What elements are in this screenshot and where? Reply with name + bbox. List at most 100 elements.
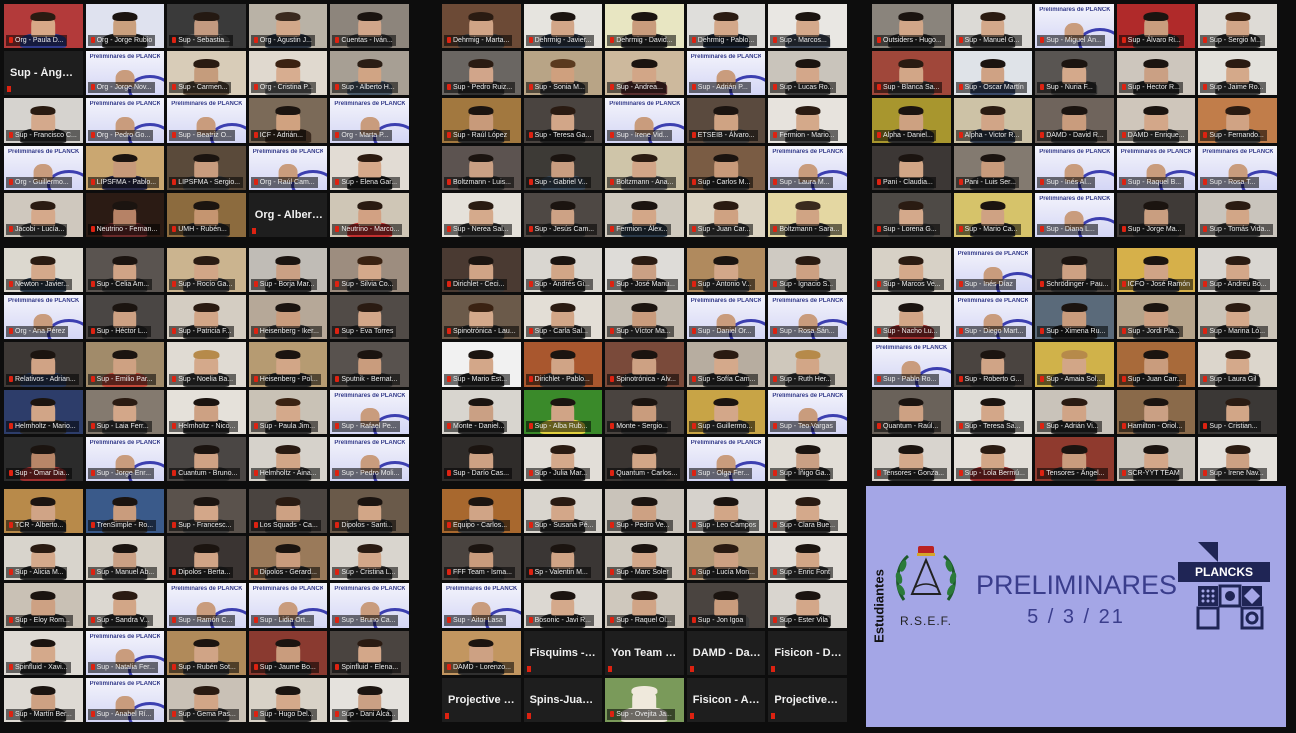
- participant-tile[interactable]: Sup - Andrea...: [605, 51, 684, 96]
- participant-tile[interactable]: DAMD - Lorenzo...: [442, 630, 521, 675]
- participant-tile[interactable]: Sup - Borja Mar...: [248, 248, 328, 293]
- participant-tile[interactable]: Sup - Pedro Ruiz...: [442, 51, 521, 96]
- participant-tile[interactable]: Sup - Sergio M...: [1198, 4, 1277, 49]
- participant-tile[interactable]: Spins-JuanAnto...: [523, 677, 603, 722]
- participant-tile[interactable]: Helmholtz - Mario...: [4, 389, 83, 434]
- participant-tile[interactable]: Preliminares de PLANCKS Sup - Ramón C...: [167, 583, 246, 628]
- participant-tile[interactable]: Helmholtz - Aina...: [248, 436, 328, 481]
- participant-tile[interactable]: Yon Team - Eric...: [605, 630, 684, 675]
- participant-tile[interactable]: Sup - Blanca Sa...: [872, 51, 951, 96]
- participant-tile[interactable]: Cuantum - Bruno...: [167, 436, 246, 481]
- participant-tile[interactable]: LIPSFMA - Pablo...: [85, 145, 165, 190]
- participant-tile[interactable]: Sup - Marcos...: [768, 4, 847, 49]
- participant-tile[interactable]: Preliminares de PLANCKS Org - Ana Pérez: [4, 295, 83, 340]
- participant-tile[interactable]: Outsiders - Hugo...: [872, 4, 951, 49]
- participant-tile[interactable]: DAMD - David R...: [1035, 98, 1114, 143]
- participant-tile[interactable]: Preliminares de PLANCKS Sup - Miguel Án..…: [1035, 4, 1114, 49]
- participant-tile[interactable]: Preliminares de PLANCKS Sup - Inés Al...: [1035, 145, 1114, 190]
- participant-tile[interactable]: Preliminares de PLANCKS Sup - Rafael Pe..…: [330, 389, 409, 434]
- participant-tile[interactable]: Sup - Antonio V...: [686, 248, 766, 293]
- participant-tile[interactable]: Sup - Carlos M...: [686, 145, 766, 190]
- participant-tile[interactable]: Sup - Mario Est...: [442, 342, 521, 387]
- participant-tile[interactable]: Monte - Daniel...: [442, 389, 521, 434]
- participant-tile[interactable]: Preliminares de PLANCKS Sup - Daniel Or..…: [686, 295, 766, 340]
- participant-tile[interactable]: Sup - Sonia M...: [523, 51, 603, 96]
- participant-tile[interactable]: Sup - Eloy Rom...: [4, 583, 83, 628]
- participant-tile[interactable]: Preliminares de PLANCKS Sup - Laura M...: [768, 145, 847, 190]
- participant-tile[interactable]: Org - Paula D...: [4, 4, 83, 49]
- participant-tile[interactable]: Sup - Alicia M...: [4, 536, 83, 581]
- participant-tile[interactable]: Preliminares de PLANCKS Sup - Pablo Ro...: [872, 342, 951, 387]
- participant-tile[interactable]: Sup - Gabriel V...: [523, 145, 603, 190]
- participant-tile[interactable]: Sup - Álvaro Ri...: [1116, 4, 1196, 49]
- participant-tile[interactable]: Sup - Eva Torres: [330, 295, 409, 340]
- participant-tile[interactable]: Sup - Marc Soler: [605, 536, 684, 581]
- participant-tile[interactable]: Sup - Teresa Ga...: [523, 98, 603, 143]
- participant-tile[interactable]: Sup - Juan Carr...: [1116, 342, 1196, 387]
- participant-tile[interactable]: Sup - Nerea Sal...: [442, 192, 521, 237]
- participant-tile[interactable]: Sup - Manuel Ab...: [85, 536, 165, 581]
- participant-tile[interactable]: Dirichlet - Ceci...: [442, 248, 521, 293]
- participant-tile[interactable]: Spinotrónica - Alv...: [605, 342, 684, 387]
- participant-tile[interactable]: DAMD - DavidR...: [686, 630, 766, 675]
- participant-tile[interactable]: Los Squads - Ca...: [248, 489, 328, 534]
- participant-tile[interactable]: Sup - Celia Am...: [85, 248, 165, 293]
- participant-tile[interactable]: Jacobi - Lucía...: [4, 192, 83, 237]
- participant-tile[interactable]: Sup - Jordi Pla...: [1116, 295, 1196, 340]
- participant-tile[interactable]: Dirichlet - Pablo...: [523, 342, 603, 387]
- participant-tile[interactable]: ICFO - José Ramón: [1116, 248, 1196, 293]
- participant-tile[interactable]: Sup - Nacho Lu...: [872, 295, 951, 340]
- participant-tile[interactable]: Preliminares de PLANCKS Sup - Inés Díaz: [953, 248, 1033, 293]
- participant-tile[interactable]: Sup - Juan Car...: [686, 192, 766, 237]
- participant-tile[interactable]: Sup - Fernando...: [1198, 98, 1277, 143]
- participant-tile[interactable]: Sup - Teresa Sa...: [953, 389, 1033, 434]
- participant-tile[interactable]: Equipo - Carlos...: [442, 489, 521, 534]
- participant-tile[interactable]: Sup - Nuria F...: [1035, 51, 1114, 96]
- participant-tile[interactable]: SCR-YYT TEAM: [1116, 436, 1196, 481]
- participant-tile[interactable]: Sup - Alba Rub...: [523, 389, 603, 434]
- participant-tile[interactable]: Neutrino - Marco...: [330, 192, 409, 237]
- participant-tile[interactable]: Preliminares de PLANCKS Org - Jorge Nov..…: [85, 51, 165, 96]
- participant-tile[interactable]: DAMD - Enrique...: [1116, 98, 1196, 143]
- participant-tile[interactable]: Org - Alberto Fl...: [248, 192, 328, 237]
- participant-tile[interactable]: Sup - Laura Gil: [1198, 342, 1277, 387]
- participant-tile[interactable]: Preliminares de PLANCKS Sup - Natalia Fer…: [85, 630, 165, 675]
- participant-tile[interactable]: Dipolos - Santi...: [330, 489, 409, 534]
- participant-tile[interactable]: Fermion - Mario...: [768, 98, 847, 143]
- participant-tile[interactable]: Dehrmig - Pablo...: [686, 4, 766, 49]
- participant-tile[interactable]: Boltzmann - Luis...: [442, 145, 521, 190]
- participant-tile[interactable]: Tensores - Gonza...: [872, 436, 951, 481]
- participant-tile[interactable]: Spinfluid - Elena...: [330, 630, 409, 675]
- participant-tile[interactable]: Dehrmig - Javier...: [523, 4, 603, 49]
- participant-tile[interactable]: Dipolos - Berta...: [167, 536, 246, 581]
- participant-tile[interactable]: Alpha - Victor R...: [953, 98, 1033, 143]
- participant-tile[interactable]: Dipolos - Gerard...: [248, 536, 328, 581]
- participant-tile[interactable]: Sup - Andreu Bo...: [1198, 248, 1277, 293]
- participant-tile[interactable]: FFF Team - Isma...: [442, 536, 521, 581]
- participant-tile[interactable]: Pani - Luis Ser...: [953, 145, 1033, 190]
- participant-tile[interactable]: Heisenberg - Pol...: [248, 342, 328, 387]
- participant-tile[interactable]: Preliminares de PLANCKS Sup - Rosa T...: [1198, 145, 1277, 190]
- participant-tile[interactable]: Relativos - Adrian...: [4, 342, 83, 387]
- participant-tile[interactable]: Preliminares de PLANCKS Sup - Olga Fer...: [686, 436, 766, 481]
- participant-tile[interactable]: Preliminares de PLANCKS Sup - Beatriz O..…: [167, 98, 246, 143]
- participant-tile[interactable]: Fisicon - Daniel...: [768, 630, 847, 675]
- participant-tile[interactable]: Sup - Ximena Ru...: [1035, 295, 1114, 340]
- participant-tile[interactable]: Sup - Adrián Vi...: [1035, 389, 1114, 434]
- participant-tile[interactable]: Preliminares de PLANCKS Sup - Adrián P...: [686, 51, 766, 96]
- participant-tile[interactable]: Sup - Noelia Ba...: [167, 342, 246, 387]
- participant-tile[interactable]: Quantum - Raúl...: [872, 389, 951, 434]
- participant-tile[interactable]: Boltzmann - Ana...: [605, 145, 684, 190]
- participant-tile[interactable]: Sup - Rocío Ga...: [167, 248, 246, 293]
- participant-tile[interactable]: Sup - Julia Mar...: [523, 436, 603, 481]
- participant-tile[interactable]: Sup - Carmen...: [167, 51, 246, 96]
- participant-tile[interactable]: Sup - Jaime Ro...: [1198, 51, 1277, 96]
- participant-tile[interactable]: Sup - Raquel Ol...: [605, 583, 684, 628]
- participant-tile[interactable]: Sup - Carla Sal...: [523, 295, 603, 340]
- participant-tile[interactable]: Alpha - Daniel...: [872, 98, 951, 143]
- participant-tile[interactable]: Sup - Paula Jim...: [248, 389, 328, 434]
- participant-tile[interactable]: Preliminares de PLANCKS Sup - Irene Vid..…: [605, 98, 684, 143]
- participant-tile[interactable]: TrenSimple - Ro...: [85, 489, 165, 534]
- participant-tile[interactable]: Sup - Sebastia...: [167, 4, 246, 49]
- participant-tile[interactable]: Sup - Cristina L...: [330, 536, 409, 581]
